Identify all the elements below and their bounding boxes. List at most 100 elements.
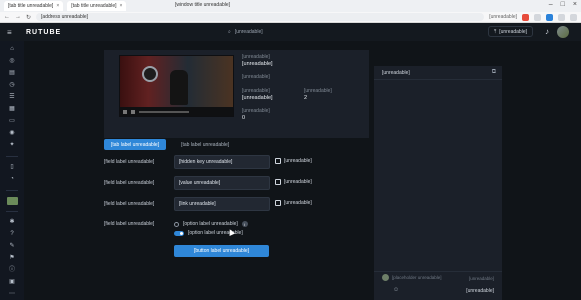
home-icon[interactable]: ⌂ (10, 45, 14, 54)
options-label: [field label unreadable] (104, 221, 155, 227)
chat-input[interactable]: [placeholder unreadable] (392, 275, 467, 282)
upload-label: [unreadable] (499, 28, 527, 35)
menu-icon[interactable]: ≡ (7, 28, 17, 37)
history-icon[interactable]: ◷ (9, 81, 14, 90)
send-button[interactable]: [unreadable] (466, 288, 494, 294)
upload-button[interactable]: ⤒ [unreadable] (487, 26, 533, 37)
forward-icon[interactable]: → (15, 14, 21, 20)
preview-figure (170, 70, 188, 105)
avatar[interactable] (557, 26, 569, 38)
field-value: [value unreadable] (179, 180, 221, 186)
server-field[interactable]: [value unreadable] (174, 176, 270, 190)
copy-button[interactable]: [unreadable] (275, 179, 312, 185)
back-icon[interactable]: ← (4, 14, 10, 20)
extra-label: [unreadable] (242, 108, 270, 114)
sidebar-divider (6, 211, 18, 212)
copy-button[interactable]: [unreadable] (275, 200, 312, 206)
avatar (382, 274, 389, 281)
browser-tab[interactable]: [tab title unreadable] × (4, 1, 64, 11)
browser-tabbar: [tab title unreadable] × [tab title unre… (0, 0, 581, 12)
chat-divider (374, 79, 502, 80)
field-label: [field label unreadable] (104, 201, 155, 207)
settings-tabs: [tab label unreadable] [tab label unread… (104, 139, 236, 150)
tab-secondary[interactable]: [tab label unreadable] (174, 139, 236, 150)
copy-icon (275, 200, 281, 206)
category-label: [unreadable] (242, 88, 270, 94)
field-label: [field label unreadable] (104, 180, 155, 186)
live-icon[interactable]: ◉ (9, 129, 14, 138)
extension-text: [unreadable] (489, 14, 517, 20)
play-icon[interactable] (123, 109, 127, 114)
extension-icon[interactable] (534, 13, 541, 21)
submit-button[interactable]: [button label unreadable] (174, 245, 269, 257)
tab-stream-settings[interactable]: [tab label unreadable] (104, 139, 167, 150)
url-text: [address unreadable] (41, 14, 89, 20)
notifications-bell-icon[interactable]: ♪ (545, 27, 549, 36)
copy-label: [unreadable] (284, 158, 312, 164)
viewers-value: 2 (304, 95, 308, 101)
close-window-icon[interactable]: × (573, 1, 577, 8)
maximize-icon[interactable]: □ (561, 1, 565, 8)
tv-icon[interactable]: ▭ (9, 117, 15, 126)
search-text: [unreadable] (234, 29, 263, 35)
toggle-switch[interactable] (174, 230, 184, 236)
volume-icon[interactable] (131, 109, 135, 114)
field-label: [field label unreadable] (104, 159, 155, 165)
window-title: [window title unreadable] (175, 2, 231, 8)
help-icon[interactable]: ? (10, 230, 13, 239)
category-value: [unreadable] (242, 95, 273, 101)
extension-icon[interactable] (522, 13, 529, 21)
brand-logo[interactable]: RUTUBE (26, 29, 61, 36)
url-input[interactable]: [address unreadable] (36, 13, 485, 21)
store-icon[interactable]: ▣ (9, 278, 15, 287)
search-box[interactable]: ⌕ [unreadable] (228, 27, 338, 37)
form-row: [field label unreadable] [value unreadab… (104, 176, 364, 190)
popout-icon[interactable]: ⧉ (492, 69, 496, 76)
stream-link-field[interactable]: [link unreadable] (174, 197, 270, 211)
clock-icon[interactable]: ◔ (10, 175, 14, 184)
playlist-icon[interactable]: ☰ (9, 93, 14, 102)
progress-bar[interactable] (139, 110, 189, 113)
bookmark-icon[interactable]: ▯ (10, 163, 13, 172)
feedback-icon[interactable]: ✎ (9, 242, 14, 251)
option-radio[interactable]: [option label unreadable] i (174, 221, 248, 227)
extension-icon[interactable] (546, 13, 553, 21)
emoji-icon[interactable]: ☺ (393, 287, 399, 293)
chat-title: [unreadable] (382, 70, 410, 76)
search-icon: ⌕ (228, 29, 231, 35)
minimize-icon[interactable]: – (549, 1, 553, 8)
film-icon[interactable]: ▦ (9, 105, 15, 114)
title-label: [unreadable] (242, 54, 270, 60)
extension-icon[interactable] (558, 13, 565, 21)
profile-icon[interactable] (570, 13, 577, 21)
more-icon[interactable]: ⋯ (9, 290, 15, 299)
copy-button[interactable]: [unreadable] (275, 158, 312, 164)
option-label: [option label unreadable] (183, 221, 238, 227)
report-icon[interactable]: ⚑ (9, 254, 14, 263)
browser-tab[interactable]: [tab title unreadable] × (67, 1, 127, 11)
settings-icon[interactable]: ✱ (9, 218, 14, 227)
close-icon[interactable]: × (56, 3, 59, 9)
compass-icon[interactable]: ◎ (9, 57, 14, 66)
close-icon[interactable]: × (120, 3, 123, 9)
stream-preview[interactable] (119, 55, 234, 117)
info-icon[interactable]: ⓘ (9, 266, 15, 275)
char-counter: [unreadable] (468, 276, 494, 281)
subscriptions-icon[interactable]: ▤ (9, 69, 15, 78)
sidebar-divider (6, 190, 18, 191)
form-row: [field label unreadable] [link unreadabl… (104, 197, 364, 211)
channel-thumbnail[interactable] (6, 197, 18, 205)
form-row: [field label unreadable] [hidden key unr… (104, 155, 364, 169)
app-root: ≡ RUTUBE ⌕ [unreadable] ⤒ [unreadable] ♪… (0, 23, 581, 300)
copy-icon (275, 158, 281, 164)
game-icon[interactable]: ✦ (9, 141, 14, 150)
viewers-label: [unreadable] (304, 88, 332, 94)
info-icon[interactable]: i (241, 221, 248, 227)
stream-key-field[interactable]: [hidden key unreadable] (174, 155, 270, 169)
copy-label: [unreadable] (284, 179, 312, 185)
extra-value: 0 (242, 115, 246, 121)
reload-icon[interactable]: ↻ (26, 14, 31, 21)
stream-meta: [unreadable] [unreadable] [unreadable] [… (242, 50, 367, 138)
radio-button[interactable] (174, 221, 179, 227)
field-value: [hidden key unreadable] (179, 159, 233, 165)
